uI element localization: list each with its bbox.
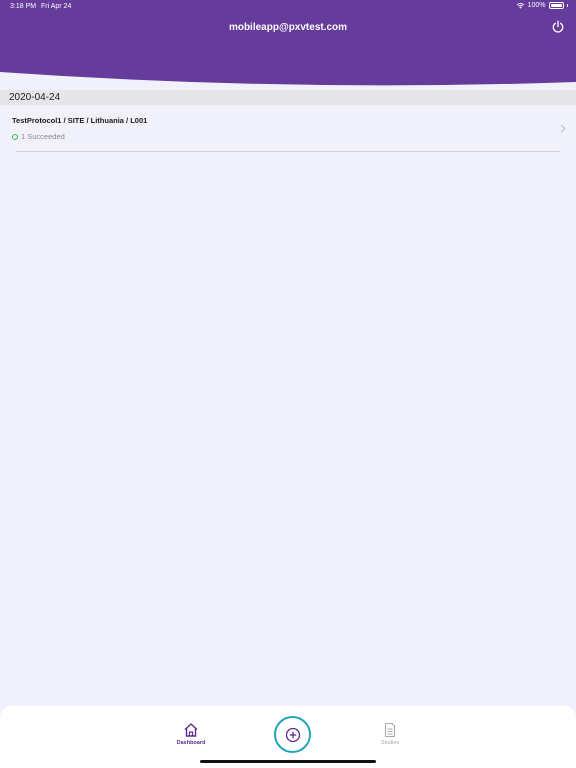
battery-percent: 100% (527, 2, 546, 9)
tab-dashboard-label: Dashboard (176, 740, 206, 746)
status-right: 100% (516, 2, 568, 9)
status-circle-icon (12, 133, 18, 140)
status-text: 1 Succeeded (21, 132, 65, 141)
battery-icon (548, 2, 564, 9)
add-button[interactable] (274, 716, 311, 753)
status-date: Fri Apr 24 (41, 3, 72, 10)
list-item[interactable]: TestProtocol1 / SITE / Lithuania / L001 … (0, 106, 576, 152)
status-bar: 3:18 PM Fri Apr 24 100% (0, 0, 576, 14)
battery-tip (566, 4, 568, 7)
tab-studies[interactable]: Studies (365, 722, 415, 746)
home-icon (184, 723, 198, 737)
item-title: TestProtocol1 / SITE / Lithuania / L001 (12, 116, 148, 125)
row-divider (16, 151, 560, 152)
tab-dashboard[interactable]: Dashboard (166, 722, 216, 746)
plus-circle-icon (285, 727, 300, 742)
status-time: 3:18 PM (10, 3, 37, 10)
home-indicator (200, 760, 376, 763)
wifi-icon (516, 3, 524, 9)
chevron-right-icon (560, 124, 566, 133)
date-section-header: 2020-04-24 (0, 90, 576, 105)
section-date: 2020-04-24 (9, 92, 61, 103)
document-icon (384, 722, 396, 738)
tab-studies-label: Studies (380, 740, 400, 746)
power-icon[interactable] (551, 20, 565, 34)
item-status: 1 Succeeded (12, 132, 65, 141)
user-email: mobileapp@pxvtest.com (228, 22, 348, 33)
